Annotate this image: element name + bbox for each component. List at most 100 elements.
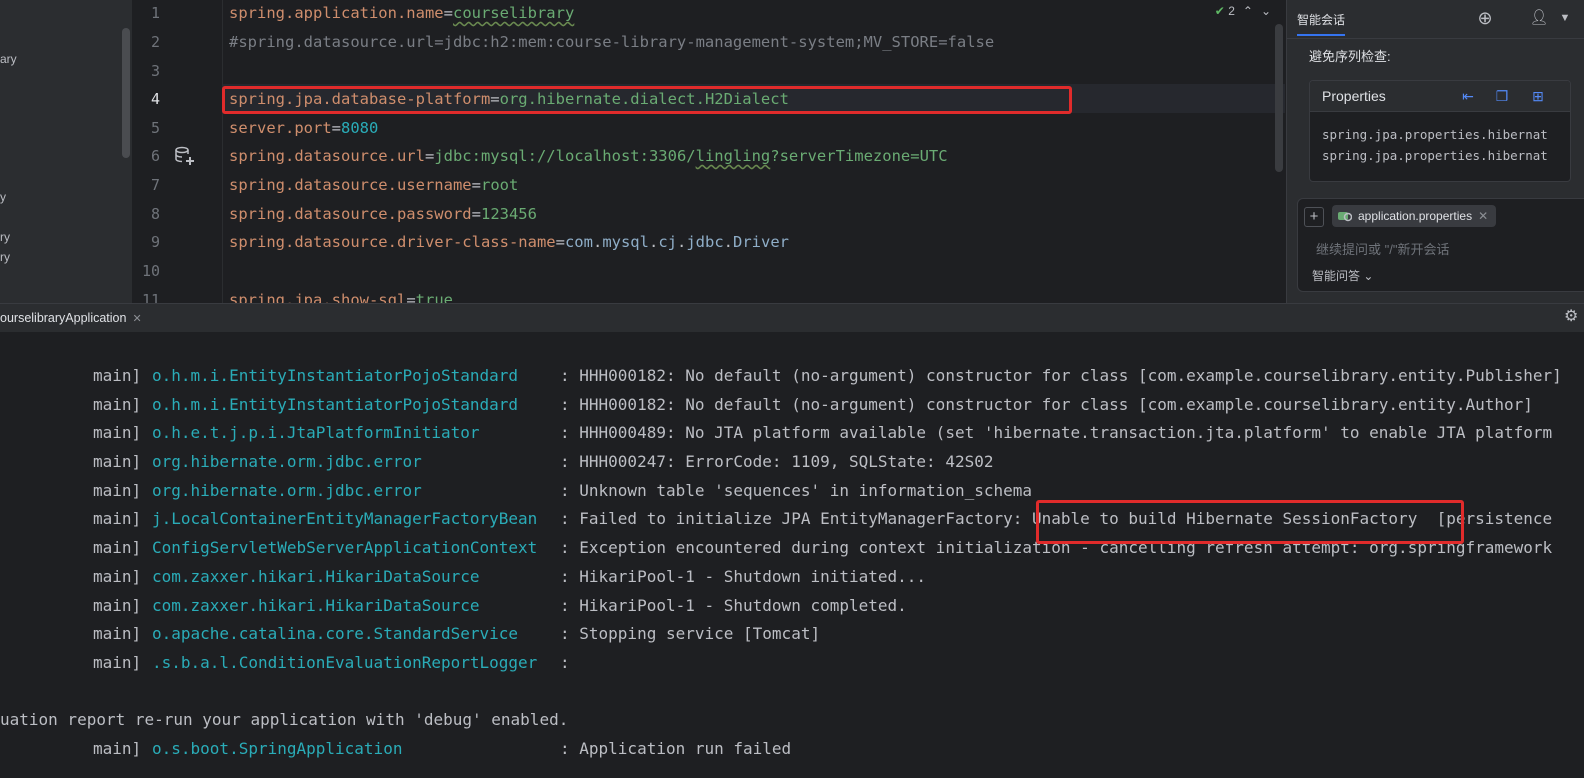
property-key: spring.datasource.password <box>229 205 472 223</box>
log-thread: main] <box>93 567 142 586</box>
code-card-line: spring.jpa.properties.hibernat <box>1322 127 1548 142</box>
code-line-7: spring.datasource.username=root <box>229 175 518 195</box>
tree-item[interactable]: ry <box>0 230 10 244</box>
log-logger: o.apache.catalina.core.StandardService <box>152 624 519 643</box>
chevron-down-icon[interactable]: ⌄ <box>1261 4 1271 18</box>
copy-icon[interactable]: ❐ <box>1494 88 1510 104</box>
log-logger: o.h.e.t.j.p.i.JtaPlatformInitiator <box>152 423 480 442</box>
log-logger: .s.b.a.l.ConditionEvaluationReportLogger <box>152 653 538 672</box>
log-message: : HHH000489: No JTA platform available (… <box>560 423 1553 442</box>
log-thread: main] <box>93 452 142 471</box>
log-logger: o.h.m.i.EntityInstantiatorPojoStandard <box>152 395 519 414</box>
log-thread: main] <box>93 624 142 643</box>
close-icon[interactable]: ✕ <box>132 313 141 325</box>
tree-item[interactable]: y <box>0 190 6 204</box>
close-icon[interactable]: ✕ <box>1478 209 1488 223</box>
properties-file-icon <box>1338 212 1352 222</box>
chat-input-box[interactable]: + application.properties ✕ 继续提问或 "/"新开会话 … <box>1297 198 1584 292</box>
property-value: courselibrary <box>452 4 575 22</box>
run-config-tab[interactable]: ourselibraryApplication ✕ <box>0 304 150 334</box>
equals-sign: = <box>424 147 435 165</box>
log-thread: main] <box>93 739 142 758</box>
chevron-up-icon[interactable]: ⌃ <box>1243 4 1253 18</box>
property-value: true <box>415 291 453 303</box>
package-part: cj <box>658 233 677 251</box>
property-value: 123456 <box>480 205 537 223</box>
log-message: : Unknown table 'sequences' in informati… <box>560 481 1033 500</box>
log-thread: main] <box>93 423 142 442</box>
log-message: : <box>560 653 570 672</box>
add-context-plus-icon[interactable]: + <box>1304 207 1324 227</box>
new-chat-plus-icon[interactable]: ⊕ <box>1475 8 1495 28</box>
log-message: : Stopping service [Tomcat] <box>560 624 821 643</box>
project-tool-window: ary y ry ry <box>0 0 132 303</box>
mode-label: 智能问答 <box>1312 269 1361 283</box>
line-number: 11 <box>141 291 160 303</box>
code-line-6: spring.datasource.url=jdbc:mysql://local… <box>229 146 948 166</box>
log-logger: com.zaxxer.hikari.HikariDataSource <box>152 567 480 586</box>
line-number: 3 <box>150 62 160 80</box>
property-key: spring.datasource.driver-class-name <box>229 233 556 251</box>
active-tab-indicator <box>1297 34 1345 36</box>
red-highlight-box-sessionfactory <box>1036 500 1464 544</box>
log-thread: main] <box>93 366 142 385</box>
log-message: : Application run failed <box>560 739 792 758</box>
editor-gutter: 1 2 3 4 5 6 7 8 9 10 11 <box>132 0 223 303</box>
inspection-widget[interactable]: ✔ 2 ⌃ ⌄ <box>1215 4 1271 18</box>
property-key: server.port <box>229 119 332 137</box>
dot: . <box>648 233 659 251</box>
property-key: spring.application.name <box>229 4 444 22</box>
editor-scrollbar[interactable] <box>1275 24 1283 172</box>
chat-input-field[interactable]: 继续提问或 "/"新开会话 <box>1316 239 1449 258</box>
console-toolbar <box>0 332 1584 358</box>
code-line-11: spring.jpa.show-sql=true <box>229 290 453 303</box>
line-number: 1 <box>150 4 160 22</box>
code-line-8: spring.datasource.password=123456 <box>229 204 537 224</box>
context-file-name: application.properties <box>1358 209 1473 223</box>
code-snippet-card: Properties ⇤ ❐ ⊞ spring.jpa.properties.h… <box>1309 80 1571 182</box>
code-area[interactable]: spring.application.name=courselibrary #s… <box>229 0 1285 303</box>
database-add-icon[interactable] <box>174 146 196 166</box>
class-name: Driver <box>733 233 790 251</box>
equals-sign: = <box>471 205 481 223</box>
package-part: jdbc <box>686 233 724 251</box>
ai-panel-title[interactable]: 智能会话 <box>1297 11 1345 28</box>
log-logger: org.hibernate.orm.jdbc.error <box>152 481 422 500</box>
inspection-count: 2 <box>1228 4 1235 18</box>
tree-item[interactable]: ry <box>0 250 10 264</box>
dot: . <box>677 233 687 251</box>
log-logger: ConfigServletWebServerApplicationContext <box>152 538 538 557</box>
tree-item[interactable]: ary <box>0 52 17 66</box>
code-editor[interactable]: 1 2 3 4 5 6 7 8 9 10 11 spring.applicati… <box>132 0 1285 303</box>
check-icon: ✔ <box>1214 4 1225 18</box>
inspection-status[interactable]: ✔ 2 <box>1215 4 1235 18</box>
equals-sign: = <box>331 119 341 137</box>
log-message: : HHH000247: ErrorCode: 1109, SQLState: … <box>560 452 994 471</box>
log-logger: org.hibernate.orm.jdbc.error <box>152 452 422 471</box>
run-console[interactable]: main] o.h.m.i.EntityInstantiatorPojoStand… <box>0 358 1584 778</box>
chevron-down-icon[interactable]: ▼ <box>1555 8 1575 28</box>
log-thread: main] <box>93 395 142 414</box>
code-line-1: spring.application.name=courselibrary <box>229 3 574 23</box>
property-key: spring.datasource.url <box>229 147 425 165</box>
dot: . <box>592 233 603 251</box>
equals-sign: = <box>471 176 481 194</box>
diff-icon[interactable]: ⇤ <box>1460 88 1476 104</box>
ai-assistant-panel: 智能会话 ⊕ 👤︎ ▼ 避免序列检查: Properties ⇤ ❐ ⊞ spr… <box>1286 0 1584 303</box>
line-number: 6 <box>150 147 160 165</box>
run-tool-window-header: ourselibraryApplication ✕ ⚙ <box>0 303 1584 334</box>
line-number: 5 <box>150 119 160 137</box>
insert-icon[interactable]: ⊞ <box>1530 88 1546 104</box>
property-key: spring.jpa.show-sql <box>229 291 407 303</box>
line-number: 7 <box>150 176 160 194</box>
mode-dropdown[interactable]: 智能问答 ⌄ <box>1312 267 1373 284</box>
code-card-line: spring.jpa.properties.hibernat <box>1322 148 1548 163</box>
user-icon[interactable]: 👤︎ <box>1529 8 1549 28</box>
gear-icon[interactable]: ⚙ <box>1564 308 1582 326</box>
log-logger: o.h.m.i.EntityInstantiatorPojoStandard <box>152 366 519 385</box>
log-message: : HHH000182: No default (no-argument) co… <box>560 395 1533 414</box>
code-line-5: server.port=8080 <box>229 118 378 138</box>
project-scrollbar[interactable] <box>122 28 130 158</box>
context-file-chip[interactable]: application.properties ✕ <box>1332 205 1497 227</box>
property-value: jdbc:mysql://localhost:3306/ <box>434 147 696 165</box>
